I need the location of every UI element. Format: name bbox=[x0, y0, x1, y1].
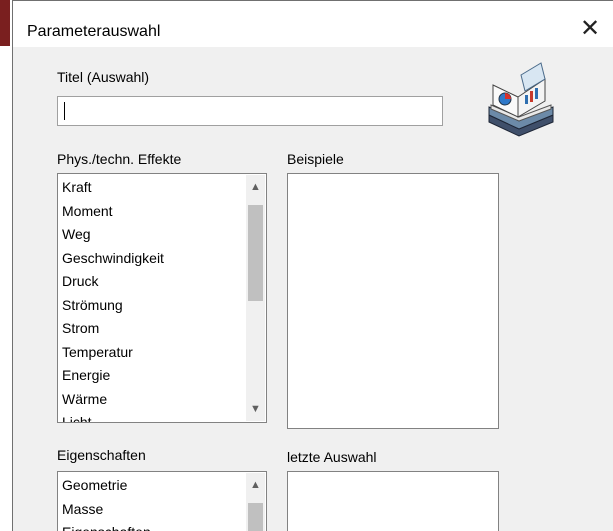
list-item[interactable]: Moment bbox=[60, 200, 246, 224]
letzte-auswahl-label: letzte Auswahl bbox=[287, 449, 377, 465]
list-item[interactable]: Masse bbox=[60, 498, 246, 522]
list-item[interactable]: Druck bbox=[60, 270, 246, 294]
eigenschaften-label: Eigenschaften bbox=[57, 447, 146, 463]
list-item[interactable]: Geometrie bbox=[60, 474, 246, 498]
list-item[interactable]: Weg bbox=[60, 223, 246, 247]
beispiele-list[interactable] bbox=[287, 173, 499, 429]
eigenschaften-list[interactable]: Geometrie Masse Eigenschaften ▲ bbox=[57, 471, 267, 531]
effekte-label: Phys./techn. Effekte bbox=[57, 151, 182, 167]
parameter-dialog: Parameterauswahl ✕ Titel (Auswahl) Phys.… bbox=[12, 0, 613, 531]
list-item[interactable]: Licht bbox=[60, 411, 246, 422]
text-caret bbox=[64, 102, 65, 120]
beispiele-label: Beispiele bbox=[287, 151, 344, 167]
list-item[interactable]: Temperatur bbox=[60, 341, 246, 365]
titel-label: Titel (Auswahl) bbox=[57, 69, 150, 85]
letzte-auswahl-list[interactable] bbox=[287, 471, 499, 531]
list-item[interactable]: Kraft bbox=[60, 176, 246, 200]
book-icon bbox=[488, 62, 554, 137]
eigenschaften-scrollbar[interactable]: ▲ bbox=[246, 473, 265, 531]
title-bar[interactable]: Parameterauswahl ✕ bbox=[13, 1, 613, 47]
chevron-up-icon[interactable]: ▲ bbox=[246, 177, 265, 197]
effekte-scrollbar[interactable]: ▲ ▼ bbox=[246, 175, 265, 421]
close-button[interactable]: ✕ bbox=[567, 11, 613, 47]
scroll-thumb[interactable] bbox=[248, 205, 263, 301]
background-window-edge bbox=[0, 0, 10, 46]
list-item[interactable]: Wärme bbox=[60, 388, 246, 412]
effekte-list[interactable]: Kraft Moment Weg Geschwindigkeit Druck S… bbox=[57, 173, 267, 423]
list-item[interactable]: Energie bbox=[60, 364, 246, 388]
list-item[interactable]: Strom bbox=[60, 317, 246, 341]
chevron-up-icon[interactable]: ▲ bbox=[246, 475, 265, 495]
titel-input[interactable] bbox=[57, 96, 443, 126]
list-item[interactable]: Geschwindigkeit bbox=[60, 247, 246, 271]
scroll-thumb[interactable] bbox=[248, 503, 263, 531]
chevron-down-icon[interactable]: ▼ bbox=[246, 399, 265, 419]
dialog-title: Parameterauswahl bbox=[27, 23, 161, 40]
close-icon: ✕ bbox=[579, 15, 601, 42]
list-item[interactable]: Strömung bbox=[60, 294, 246, 318]
